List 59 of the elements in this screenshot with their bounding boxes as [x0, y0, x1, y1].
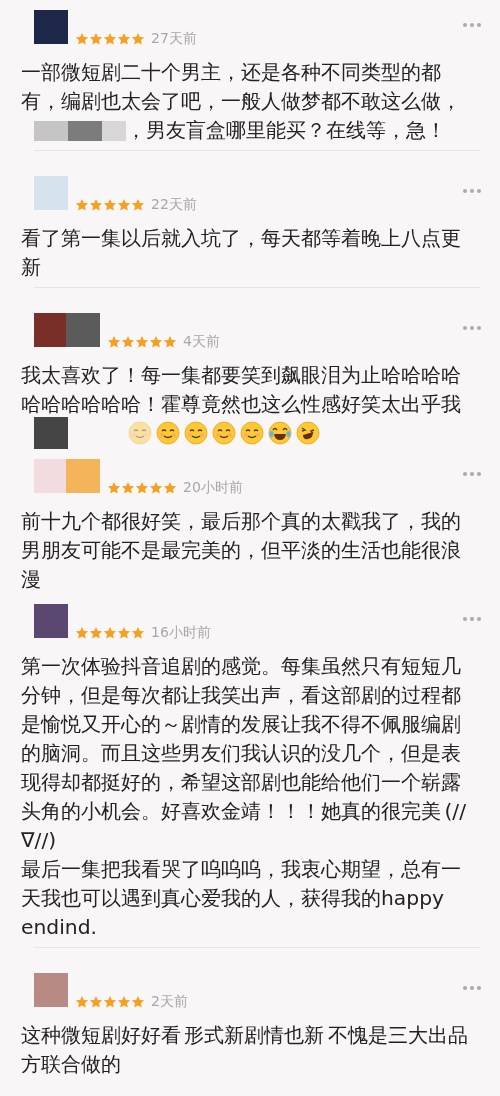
star-icon [135, 481, 149, 495]
smiling-emoji-icon [212, 421, 236, 445]
comment-time: 4天前 [183, 333, 220, 351]
smiling-emoji-icon [128, 421, 152, 445]
more-icon[interactable] [462, 22, 482, 28]
star-icon [107, 335, 121, 349]
comment-text: 一部微短剧二十个男主，还是各种不同类型的都有，编剧也太会了吧，一般人做梦都不敢这么做， [21, 59, 462, 115]
star-icon [107, 481, 121, 495]
more-icon[interactable] [462, 616, 482, 622]
star-icon [121, 481, 135, 495]
laughing-emoji-icon [268, 421, 292, 445]
star-icon [163, 335, 177, 349]
star-icon [103, 198, 117, 212]
more-icon[interactable] [462, 471, 482, 477]
star-icon [75, 995, 89, 1009]
comment-text: 我太喜欢了！每一集都要笑到飙眼泪为止哈哈哈哈哈哈哈哈哈哈！霍尊竟然也这么性感好笑太出乎我 [21, 362, 462, 418]
star-icon [103, 995, 117, 1009]
comment-text: ，男友盲盒哪里能买？在线等，急！ [126, 117, 446, 144]
star-icon [117, 626, 131, 640]
more-icon[interactable] [462, 325, 482, 331]
smiling-emoji-icon [184, 421, 208, 445]
star-icon [149, 481, 163, 495]
star-icon [135, 335, 149, 349]
more-icon[interactable] [462, 188, 482, 194]
comment-text: 第一次体验抖音追剧的感觉。每集虽然只有短短几分钟，但是每次都让我笑出声，看这部剧的过程都是愉悦又开心的～剧情的发展让我不得不佩服编剧的脑洞。而且这些男友们我认识的没几个，但是表现得却都挺好的，希望这部剧也能给他们一个崭露头角的小机会。好喜欢金靖！！！她真的很完美 (//∇//) 最后一集把我看哭了呜呜呜，我衷心期望，总有一天我也可以遇到真心爱我的人，获得我的happy endind. [21, 653, 468, 941]
avatar[interactable] [34, 313, 68, 347]
smiling-emoji-icon [240, 421, 264, 445]
comment-time: 20小时前 [183, 479, 243, 497]
more-icon[interactable] [462, 985, 482, 991]
comment-time: 16小时前 [151, 624, 211, 642]
star-icon [117, 32, 131, 46]
star-icon [131, 198, 145, 212]
comment-text: 前十九个都很好笑，最后那个真的太戳我了，我的男朋友可能不是最完美的，但平淡的生活也能很浪漫 [21, 508, 462, 593]
star-icon [75, 626, 89, 640]
comment-text: 这种微短剧好好看 形式新剧情也新 不愧是三大出品方联合做的 [21, 1022, 469, 1078]
star-icon [131, 626, 145, 640]
comment-time: 22天前 [151, 196, 197, 214]
star-icon [89, 198, 103, 212]
star-icon [89, 32, 103, 46]
star-icon [149, 335, 163, 349]
comment-text: 看了第一集以后就入坑了，每天都等着晚上八点更新 [21, 225, 462, 281]
star-icon [163, 481, 177, 495]
laughing-emoji-icon [296, 421, 320, 445]
star-icon [103, 626, 117, 640]
comment-time: 2天前 [151, 993, 188, 1011]
star-icon [75, 198, 89, 212]
avatar[interactable] [34, 459, 68, 493]
comment-time: 27天前 [151, 30, 197, 48]
star-icon [117, 198, 131, 212]
star-icon [89, 626, 103, 640]
star-icon [131, 32, 145, 46]
star-icon [89, 995, 103, 1009]
star-icon [75, 32, 89, 46]
star-icon [131, 995, 145, 1009]
star-icon [121, 335, 135, 349]
star-icon [117, 995, 131, 1009]
star-icon [103, 32, 117, 46]
redaction-block [34, 417, 68, 449]
smiling-emoji-icon [156, 421, 180, 445]
